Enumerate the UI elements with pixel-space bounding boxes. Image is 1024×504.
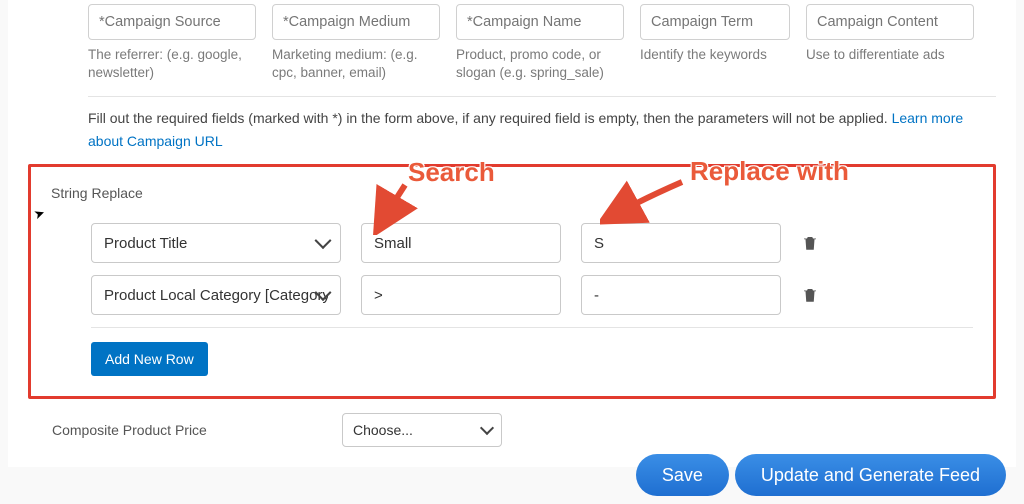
replace-search-input-0[interactable] <box>361 223 561 263</box>
inner-divider <box>91 327 973 328</box>
campaign-content-input[interactable] <box>806 4 974 40</box>
footer-bar: Save Update and Generate Feed <box>636 454 1006 496</box>
string-replace-label: String Replace <box>51 185 973 201</box>
replace-row-0: Product Title <box>51 223 973 263</box>
campaign-term-input[interactable] <box>640 4 790 40</box>
divider <box>88 96 996 97</box>
campaign-fields-row: The referrer: (e.g. google, newsletter) … <box>28 0 996 82</box>
replace-field-select-1[interactable]: Product Local Category [Category <box>91 275 341 315</box>
campaign-medium-input[interactable] <box>272 4 440 40</box>
campaign-source-hint: The referrer: (e.g. google, newsletter) <box>88 46 256 82</box>
update-generate-feed-button[interactable]: Update and Generate Feed <box>735 454 1006 496</box>
add-new-row-button[interactable]: Add New Row <box>91 342 208 376</box>
info-text-body: Fill out the required fields (marked wit… <box>88 110 892 126</box>
trash-icon[interactable] <box>801 232 819 254</box>
campaign-content-hint: Use to differentiate ads <box>806 46 974 64</box>
composite-price-row: Composite Product Price Choose... <box>28 413 996 447</box>
replace-with-input-1[interactable] <box>581 275 781 315</box>
trash-icon[interactable] <box>801 284 819 306</box>
replace-row-1: Product Local Category [Category <box>51 275 973 315</box>
campaign-name-input[interactable] <box>456 4 624 40</box>
replace-with-input-0[interactable] <box>581 223 781 263</box>
campaign-term-hint: Identify the keywords <box>640 46 790 64</box>
composite-price-label: Composite Product Price <box>52 422 312 438</box>
composite-price-select[interactable]: Choose... <box>342 413 502 447</box>
replace-search-input-1[interactable] <box>361 275 561 315</box>
campaign-medium-hint: Marketing medium: (e.g. cpc, banner, ema… <box>272 46 440 82</box>
info-text: Fill out the required fields (marked wit… <box>28 107 996 152</box>
string-replace-section: String Replace Product Title Product Loc… <box>28 164 996 399</box>
campaign-name-hint: Product, promo code, or slogan (e.g. spr… <box>456 46 624 82</box>
campaign-source-input[interactable] <box>88 4 256 40</box>
replace-field-select-0[interactable]: Product Title <box>91 223 341 263</box>
save-button[interactable]: Save <box>636 454 729 496</box>
